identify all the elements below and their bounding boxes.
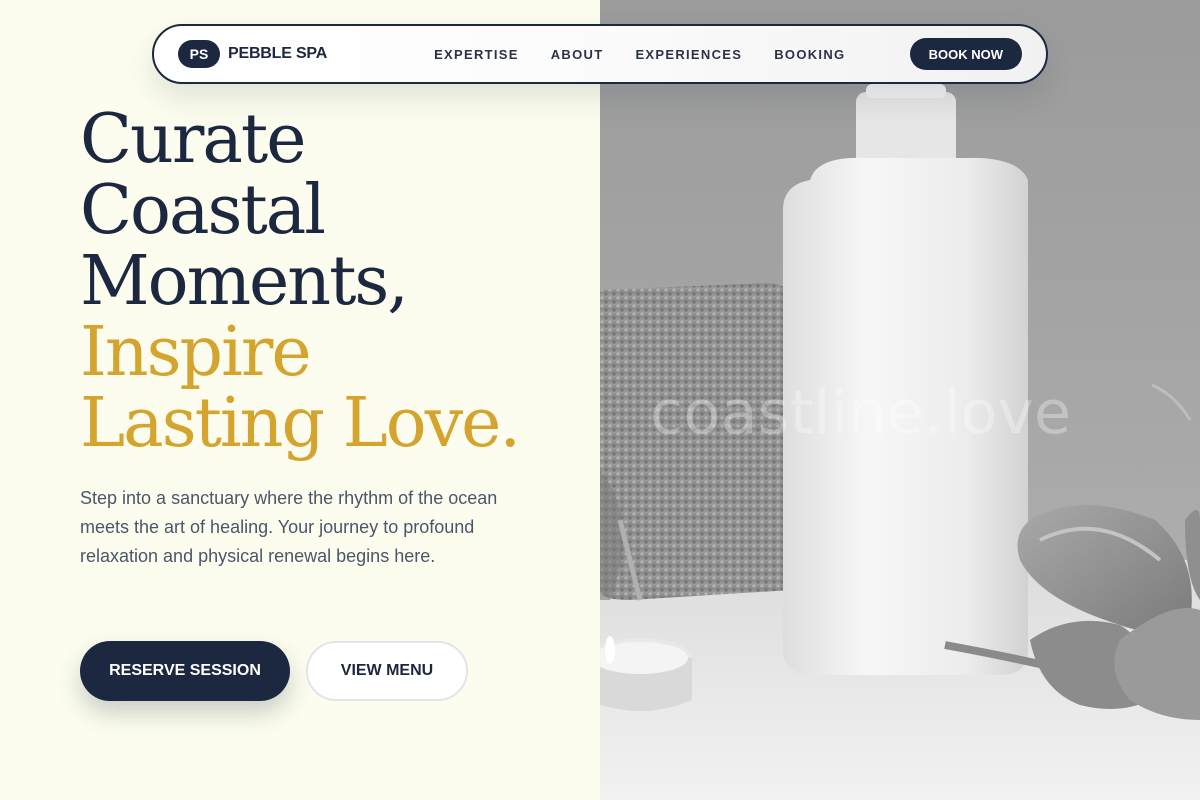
book-now-button[interactable]: BOOK NOW [909,38,1022,70]
headline-accent-line: Lasting Love. [80,384,521,463]
nav-links: EXPERTISE ABOUT EXPERIENCES BOOKING [434,47,845,62]
logo-badge: PS [178,40,220,68]
nav-link-expertise[interactable]: EXPERTISE [434,47,519,62]
hero-description: Step into a sanctuary where the rhythm o… [80,488,498,566]
photo-watermark: coastline.love [650,378,1072,448]
nav-link-about[interactable]: ABOUT [551,47,604,62]
view-menu-button[interactable]: VIEW MENU [306,641,468,701]
brand-name: PEBBLE SPA [228,45,328,62]
hero-photo: coastline.love [600,0,1200,800]
nav-link-booking[interactable]: BOOKING [774,47,845,62]
nav-link-experiences[interactable]: EXPERIENCES [635,47,742,62]
headline-line: Curate [80,100,306,179]
headline-accent-line: Inspire [80,313,312,392]
headline-line: Moments, [80,242,409,321]
hero-headline: Curate Coastal Moments, Inspire Lasting … [80,104,600,459]
brand-logo[interactable]: PS PEBBLE SPA [178,40,327,68]
top-navigation: PS PEBBLE SPA EXPERTISE ABOUT EXPERIENCE… [152,24,1048,84]
headline-line: Coastal [80,171,326,250]
reserve-session-button[interactable]: RESERVE SESSION [80,641,290,701]
